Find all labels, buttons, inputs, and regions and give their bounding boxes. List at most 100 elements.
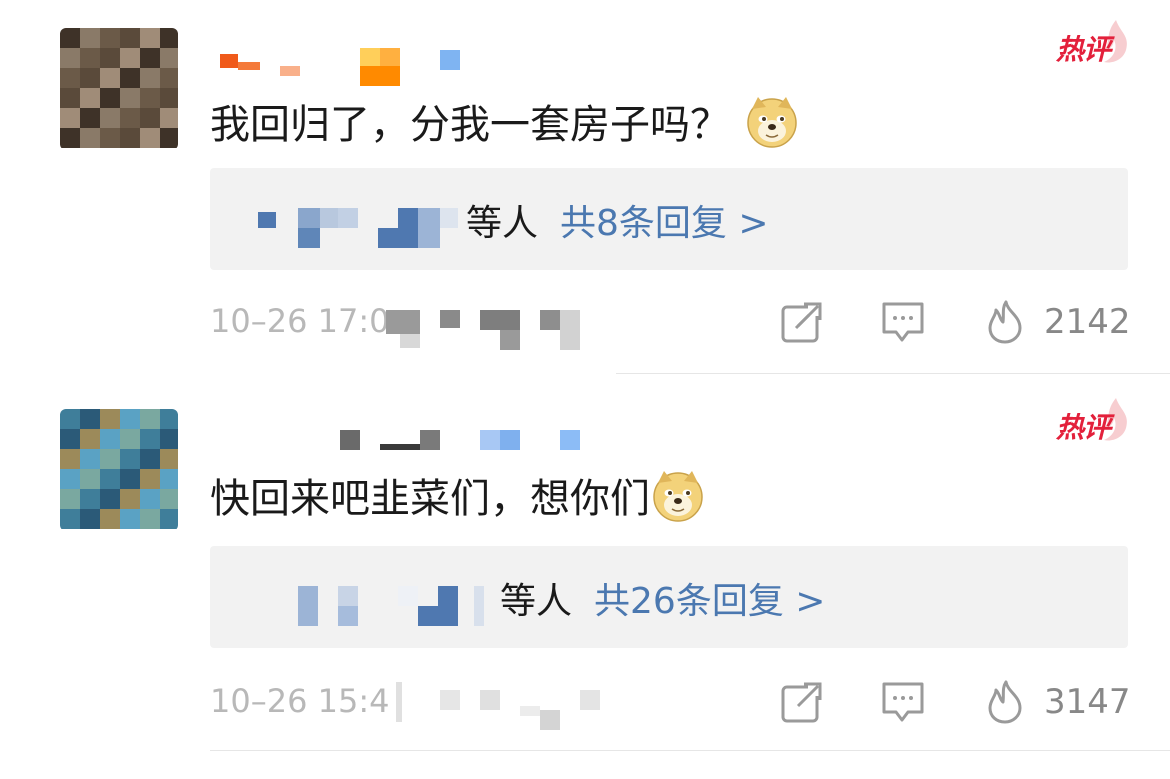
comment-body: 快回来吧韭菜们，想你们 [210,476,650,522]
avatar-pixel [60,48,80,68]
hot-label: 热评 [1056,33,1111,66]
reply-suffix: 等人 [466,203,539,244]
like-count: 3147 [1044,682,1131,722]
like-flame-icon[interactable] [984,300,1026,344]
avatar-pixel [100,128,120,148]
avatar-pixel [60,88,80,108]
avatar-pixel [100,489,120,509]
avatar-pixel [60,68,80,88]
avatar-pixel [160,409,178,429]
avatar-pixel [160,108,178,128]
reply-names-pixelated [258,190,478,248]
share-icon[interactable] [780,680,824,724]
reply-summary[interactable]: 等人 共8条回复 > [466,194,769,246]
comment-meta: 10–26 17:0 [210,302,389,340]
avatar-pixel [140,68,160,88]
avatar-pixel [80,509,100,529]
avatar-pixel [140,469,160,489]
avatar-pixel [60,469,80,489]
avatar-pixel [60,28,80,48]
avatar-pixel [80,108,100,128]
avatar-pixel [140,489,160,509]
avatar-pixel [80,48,100,68]
avatar-pixel [100,88,120,108]
avatar-pixel [140,429,160,449]
avatar-pixel [60,509,80,529]
comment-meta: 10–26 15:4 [210,682,389,720]
like-flame-icon[interactable] [984,680,1026,724]
source-pixelated [386,302,586,352]
avatar-pixel [140,28,160,48]
avatar-pixel [140,88,160,108]
avatar-pixel [120,469,140,489]
avatar-pixel [100,509,120,529]
avatar-pixel [160,449,178,469]
comment-icon[interactable] [880,680,926,724]
comment-item: 热评 我回归了，分我一套房子吗？ 等人 共8条回复 > 10–26 17:0 2… [0,0,1170,374]
avatar-pixel [80,68,100,88]
avatar-pixel [120,509,140,529]
avatar-pixel [140,108,160,128]
avatar-pixel [60,489,80,509]
comment-text: 我回归了，分我一套房子吗？ [210,92,800,150]
doge-emoji [653,471,703,522]
avatar-pixel [80,409,100,429]
avatar-pixel [140,48,160,68]
avatar-pixel [160,28,178,48]
avatar-pixel [80,469,100,489]
timestamp: 10–26 15:4 [210,682,390,720]
avatar-pixel [80,429,100,449]
avatar-pixel [160,128,178,148]
reply-preview[interactable]: 等人 共26条回复 > [210,546,1128,648]
hot-comment-badge: 热评 [1044,18,1130,68]
avatar-pixel [100,429,120,449]
reply-suffix: 等人 [500,581,573,622]
doge-emoji [747,97,797,148]
avatar-pixel [80,449,100,469]
avatar-pixel [60,449,80,469]
avatar-pixel [120,449,140,469]
avatar-pixel [100,449,120,469]
username-pixelated[interactable] [215,42,475,86]
avatar-pixel [100,48,120,68]
avatar-pixel [140,449,160,469]
avatar-pixel [120,409,140,429]
avatar-pixel [100,68,120,88]
avatar-pixel [60,409,80,429]
avatar-pixel [100,28,120,48]
avatar-pixel [60,128,80,148]
avatar-pixel [160,429,178,449]
avatar-pixel [160,68,178,88]
hot-label: 热评 [1056,411,1111,444]
avatar-pixel [160,489,178,509]
avatar-pixel [100,409,120,429]
avatar-pixel [120,128,140,148]
avatar-pixel [80,28,100,48]
reply-preview[interactable]: 等人 共8条回复 > [210,168,1128,270]
avatar-pixel [80,88,100,108]
avatar[interactable] [60,28,178,150]
comment-item: 热评 快回来吧韭菜们，想你们 等人 共26条回复 > 10–26 15:4 31… [0,374,1170,779]
avatar-pixel [160,509,178,529]
avatar-pixel [60,429,80,449]
avatar[interactable] [60,409,178,531]
username-pixelated[interactable] [215,426,580,462]
reply-summary[interactable]: 等人 共26条回复 > [500,572,825,624]
avatar-pixel [100,108,120,128]
share-icon[interactable] [780,300,824,344]
divider [210,750,1170,751]
avatar-pixel [120,68,140,88]
reply-count-link[interactable]: 共8条回复 > [560,203,769,244]
comment-icon[interactable] [880,300,926,344]
hot-comment-badge: 热评 [1044,396,1130,446]
reply-count-link[interactable]: 共26条回复 > [594,581,825,622]
avatar-pixel [160,88,178,108]
avatar-pixel [120,429,140,449]
reply-names-pixelated [298,568,498,626]
avatar-pixel [120,88,140,108]
like-count: 2142 [1044,302,1131,342]
avatar-pixel [140,128,160,148]
avatar-pixel [120,48,140,68]
avatar-pixel [60,108,80,128]
avatar-pixel [140,509,160,529]
